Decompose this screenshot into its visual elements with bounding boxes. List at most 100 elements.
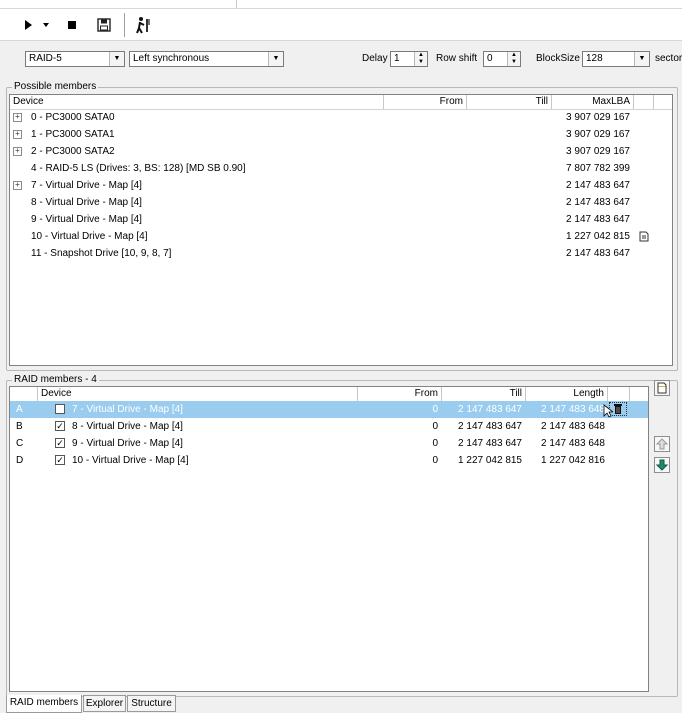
member-checkbox[interactable]: ✓ (55, 455, 65, 465)
device-cell: 2 - PC3000 SATA2 (31, 146, 115, 157)
spin-down-icon[interactable]: ▼ (415, 59, 427, 66)
play-icon[interactable] (18, 15, 38, 35)
column-device[interactable]: Device (38, 387, 358, 401)
chevron-down-icon[interactable]: ▼ (109, 52, 124, 66)
maxlba-cell: 3 907 029 167 (566, 112, 630, 123)
raid-members-list[interactable]: Device From Till Length A ✓ 7 - Virtual Dr… (9, 386, 649, 692)
device-cell: 10 - Virtual Drive - Map [4] (31, 231, 148, 242)
column-length[interactable]: Length (526, 387, 608, 401)
letter-cell: B (16, 421, 23, 432)
column-till[interactable]: Till (442, 387, 526, 401)
member-checkbox[interactable]: ✓ (55, 404, 65, 414)
maxlba-cell: 3 907 029 167 (566, 129, 630, 140)
till-cell: 1 227 042 815 (458, 455, 522, 466)
layout-select[interactable]: Left synchronous ▼ (129, 51, 284, 67)
device-cell: 7 - Virtual Drive - Map [4] (31, 180, 142, 191)
device-cell: 8 - Virtual Drive - Map [4] (31, 197, 142, 208)
new-document-icon (657, 382, 667, 394)
row-shift-stepper[interactable]: 0 ▲ ▼ (483, 51, 521, 67)
device-cell: 11 - Snapshot Drive [10, 9, 8, 7] (31, 248, 172, 259)
top-tab-segment (236, 0, 681, 8)
expand-icon[interactable]: + (13, 181, 22, 190)
table-row[interactable]: 4 - RAID-5 LS (Drives: 3, BS: 128) [MD S… (10, 160, 672, 177)
from-cell: 0 (432, 438, 438, 449)
spin-up-icon[interactable]: ▲ (415, 52, 427, 59)
chevron-down-icon[interactable]: ▼ (634, 52, 649, 66)
tab-raid-members[interactable]: RAID members (6, 695, 82, 713)
table-row[interactable]: 9 - Virtual Drive - Map [4] 2 147 483 647 (10, 211, 672, 228)
save-icon[interactable] (94, 15, 114, 35)
member-checkbox[interactable]: ✓ (55, 438, 65, 448)
table-row[interactable]: +2 - PC3000 SATA2 3 907 029 167 (10, 143, 672, 160)
device-cell: 7 - Virtual Drive - Map [4] (72, 404, 183, 415)
block-unit-label: sector (655, 53, 682, 64)
table-row[interactable]: B ✓ 8 - Virtual Drive - Map [4] 0 2 147 483 … (10, 418, 648, 435)
tab-structure[interactable]: Structure (127, 695, 176, 712)
layout-value: Left synchronous (133, 53, 210, 64)
expand-icon[interactable]: + (13, 113, 22, 122)
table-row[interactable]: +1 - PC3000 SATA1 3 907 029 167 (10, 126, 672, 143)
column-from[interactable]: From (358, 387, 442, 401)
column-till[interactable]: Till (467, 95, 552, 109)
move-down-button[interactable] (654, 457, 670, 473)
device-cell: 8 - Virtual Drive - Map [4] (72, 421, 183, 432)
possible-members-list[interactable]: Device From Till MaxLBA +0 - PC3000 SATA… (9, 94, 673, 366)
from-cell: 0 (432, 421, 438, 432)
column-device[interactable]: Device (10, 95, 384, 109)
length-cell: 2 147 483 648 (541, 404, 605, 415)
length-cell: 1 227 042 816 (541, 455, 605, 466)
tab-explorer[interactable]: Explorer (83, 695, 126, 712)
raid-members-title: RAID members - 4 (12, 374, 99, 386)
maxlba-cell: 2 147 483 647 (566, 214, 630, 225)
column-maxlba[interactable]: MaxLBA (552, 95, 634, 109)
delay-value: 1 (394, 53, 400, 64)
length-cell: 2 147 483 648 (541, 438, 605, 449)
toolbar (0, 9, 682, 41)
raid-type-value: RAID-5 (29, 53, 62, 64)
new-document-button[interactable] (654, 380, 670, 396)
table-row[interactable]: A ✓ 7 - Virtual Drive - Map [4] 0 2 147 483 … (10, 401, 648, 418)
column-from[interactable]: From (384, 95, 467, 109)
maxlba-cell: 1 227 042 815 (566, 231, 630, 242)
maxlba-cell: 2 147 483 647 (566, 180, 630, 191)
table-row[interactable]: 8 - Virtual Drive - Map [4] 2 147 483 647 (10, 194, 672, 211)
table-row[interactable]: D ✓ 10 - Virtual Drive - Map [4] 0 1 227 042… (10, 452, 648, 469)
member-checkbox[interactable]: ✓ (55, 421, 65, 431)
stop-icon[interactable] (62, 15, 82, 35)
maxlba-cell: 2 147 483 647 (566, 248, 630, 259)
device-cell: 10 - Virtual Drive - Map [4] (72, 455, 189, 466)
column-letter[interactable] (10, 387, 38, 401)
spin-down-icon[interactable]: ▼ (508, 59, 520, 66)
dropdown-arrow-icon[interactable] (40, 15, 52, 35)
arrow-up-icon (656, 438, 668, 450)
delay-stepper[interactable]: 1 ▲ ▼ (390, 51, 428, 67)
table-row[interactable]: +7 - Virtual Drive - Map [4] 2 147 483 64… (10, 177, 672, 194)
possible-members-title: Possible members (12, 81, 99, 93)
spin-buttons[interactable]: ▲ ▼ (414, 52, 427, 66)
walk-icon[interactable] (133, 15, 153, 35)
move-up-button[interactable] (654, 436, 670, 452)
chevron-down-icon[interactable]: ▼ (268, 52, 283, 66)
block-size-select[interactable]: 128 ▼ (582, 51, 650, 67)
letter-cell: A (16, 404, 23, 415)
raid-type-select[interactable]: RAID-5 ▼ (25, 51, 125, 67)
delay-label: Delay (362, 53, 388, 64)
spin-up-icon[interactable]: ▲ (508, 52, 520, 59)
letter-cell: D (16, 455, 24, 466)
column-extra (608, 387, 630, 401)
table-row[interactable]: 10 - Virtual Drive - Map [4] 1 227 042 81… (10, 228, 672, 245)
table-row[interactable]: C ✓ 9 - Virtual Drive - Map [4] 0 2 147 483 … (10, 435, 648, 452)
expand-icon[interactable]: + (13, 130, 22, 139)
till-cell: 2 147 483 647 (458, 421, 522, 432)
expand-icon[interactable]: + (13, 147, 22, 156)
device-cell: 1 - PC3000 SATA1 (31, 129, 115, 140)
column-extra (634, 95, 654, 109)
table-row[interactable]: 11 - Snapshot Drive [10, 9, 8, 7] 2 147 4… (10, 245, 672, 262)
from-cell: 0 (432, 404, 438, 415)
row-shift-label: Row shift (436, 53, 478, 64)
toolbar-separator (124, 13, 125, 37)
table-row[interactable]: +0 - PC3000 SATA0 3 907 029 167 (10, 109, 672, 126)
till-cell: 2 147 483 647 (458, 438, 522, 449)
device-cell: 9 - Virtual Drive - Map [4] (72, 438, 183, 449)
spin-buttons[interactable]: ▲ ▼ (507, 52, 520, 66)
